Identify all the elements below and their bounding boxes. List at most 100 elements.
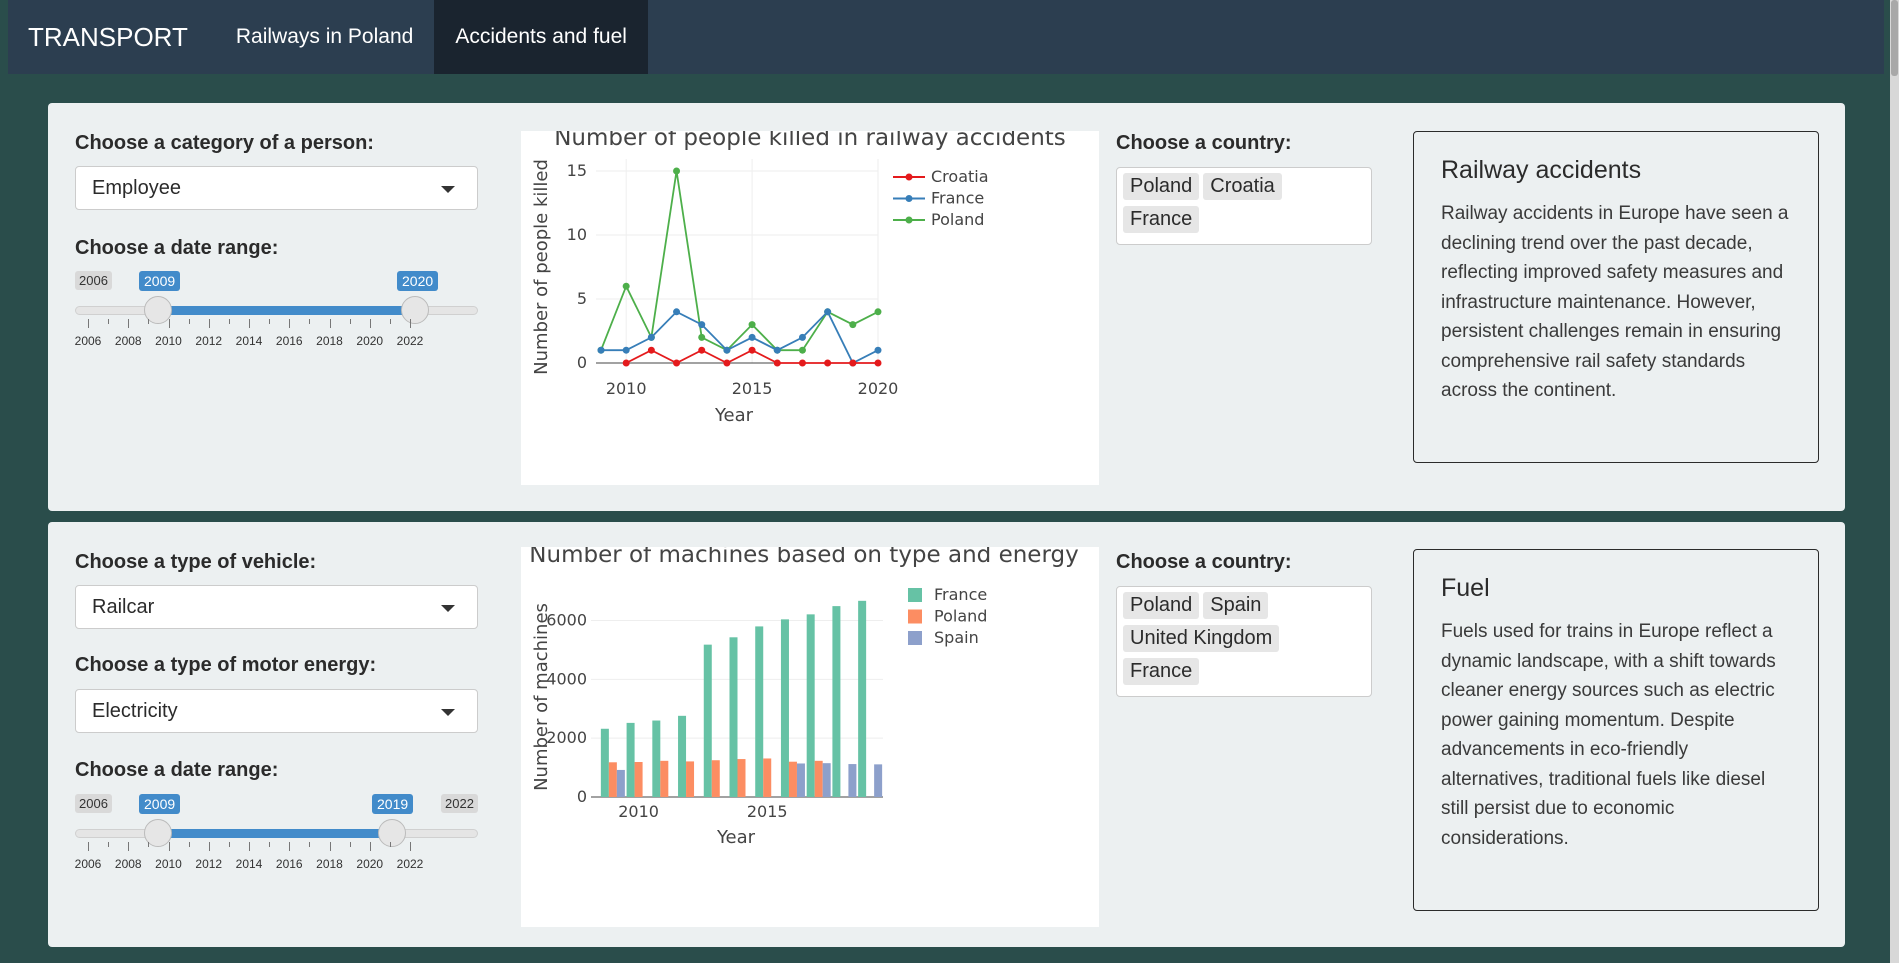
slider-selected-range: [158, 306, 415, 315]
date-range-slider[interactable]: 2006 2022 2009 2019 2006 2008 2010 2012 2014…: [75, 794, 478, 884]
chevron-down-icon: [441, 605, 455, 612]
accidents-panel: Choose a category of a person: Employee …: [48, 103, 1845, 511]
data-point-france: [647, 333, 655, 341]
slider-tick-label: 2014: [235, 334, 263, 348]
x-tick-label: 2020: [858, 379, 899, 398]
tab-accidents-and-fuel[interactable]: Accidents and fuel: [434, 0, 648, 74]
category-select[interactable]: Employee: [75, 166, 478, 210]
category-select-value: Employee: [92, 177, 181, 199]
slider-tick: [168, 842, 170, 851]
slider-from-label: 2009: [139, 271, 181, 291]
slider-tick-label: 2008: [114, 334, 142, 348]
slider-tick: [148, 319, 150, 324]
vehicle-select[interactable]: Railcar: [75, 585, 478, 629]
data-point-croatia: [748, 346, 756, 354]
data-point-croatia: [698, 346, 706, 354]
slider-tick-label: 2012: [195, 857, 223, 871]
slider-tick: [188, 319, 190, 324]
slider-tick: [228, 319, 230, 324]
chart-title: Number of machines based on type and ene…: [529, 547, 1078, 568]
slider-tick: [329, 319, 331, 328]
slider-to-label: 2020: [397, 271, 439, 291]
slider-tick: [249, 319, 250, 328]
info-text: Fuels used for trains in Europe reflect …: [1441, 621, 1776, 849]
bar-spain: [822, 763, 831, 797]
country-chip-france[interactable]: France: [1123, 658, 1200, 685]
bar-poland: [814, 760, 823, 797]
country-chip-spain[interactable]: Spain: [1203, 592, 1269, 619]
data-point-poland: [748, 321, 756, 329]
brand-title[interactable]: TRANSPORT: [8, 0, 215, 74]
x-tick-label: 2010: [606, 379, 647, 398]
slider-tick-label: 2016: [275, 334, 303, 348]
country-chip-france[interactable]: France: [1123, 206, 1200, 233]
legend-swatch-france: [908, 588, 922, 602]
y-tick-label: 0: [577, 787, 587, 806]
info-box-accidents: Railway accidents Railway accidents in E…: [1413, 131, 1819, 463]
chevron-down-icon: [441, 709, 455, 716]
bar-france: [678, 715, 687, 797]
data-point-poland: [622, 282, 630, 290]
info-title: Fuel: [1441, 574, 1490, 602]
page-scrollbar[interactable]: [1890, 0, 1899, 963]
slider-to-handle[interactable]: [378, 819, 406, 847]
slider-tick: [188, 842, 190, 847]
bar-france: [780, 619, 789, 797]
legend-label-poland: Poland: [931, 210, 984, 229]
data-point-france: [748, 333, 756, 341]
slider-tick: [289, 319, 291, 328]
tab-railways-in-poland[interactable]: Railways in Poland: [215, 0, 434, 74]
info-box-fuel: Fuel Fuels used for trains in Europe ref…: [1413, 549, 1819, 911]
country-label: Choose a country:: [1116, 132, 1292, 154]
info-text: Railway accidents in Europe have seen a …: [1441, 203, 1789, 401]
data-point-croatia: [673, 359, 681, 367]
data-point-croatia: [723, 359, 731, 367]
country-chip-united-kingdom[interactable]: United Kingdom: [1123, 625, 1280, 652]
country-multiselect[interactable]: Poland Croatia France: [1116, 167, 1372, 245]
energy-label: Choose a type of motor energy:: [75, 654, 377, 676]
slider-tick: [309, 319, 311, 324]
y-axis-title: Number of machines: [531, 603, 552, 791]
date-range-label: Choose a date range:: [75, 759, 279, 781]
data-point-croatia: [849, 359, 857, 367]
bar-poland: [788, 761, 797, 797]
slider-min-label: 2006: [75, 271, 112, 290]
slider-tick: [88, 842, 89, 851]
navbar: TRANSPORT Railways in Poland Accidents a…: [8, 0, 1884, 74]
bar-poland: [686, 761, 695, 797]
country-chip-poland[interactable]: Poland: [1123, 592, 1200, 619]
slider-tick: [369, 319, 371, 328]
data-point-poland: [698, 333, 706, 341]
data-point-croatia: [622, 359, 630, 367]
vehicle-select-value: Railcar: [92, 596, 155, 618]
bar-france: [806, 614, 815, 797]
country-chip-croatia[interactable]: Croatia: [1203, 173, 1282, 200]
country-chip-poland[interactable]: Poland: [1123, 173, 1200, 200]
slider-tick: [389, 319, 391, 324]
chart-title: Number of people killed in railway accid…: [554, 131, 1066, 151]
energy-select[interactable]: Electricity: [75, 689, 478, 733]
bar-poland: [711, 760, 720, 797]
x-axis-title: Year: [716, 827, 756, 848]
bar-france: [626, 722, 635, 797]
y-tick-label: 4000: [546, 669, 587, 688]
machines-bar-chart[interactable]: Number of machines based on type and ene…: [521, 542, 1099, 927]
data-point-france: [723, 346, 731, 354]
slider-from-label: 2009: [139, 794, 181, 814]
bar-poland: [608, 762, 617, 797]
date-range-label: Choose a date range:: [75, 237, 279, 259]
country-label: Choose a country:: [1116, 551, 1292, 573]
legend-marker-poland: [905, 216, 913, 224]
bar-france: [832, 606, 841, 797]
y-tick-label: 6000: [546, 611, 587, 630]
date-range-slider[interactable]: 2006 2009 2020 2006 2008 2010 2012 2014 2016 2…: [75, 271, 478, 361]
data-point-croatia: [773, 359, 781, 367]
accidents-line-chart[interactable]: Number of people killed in railway accid…: [521, 125, 1099, 485]
scrollbar-thumb[interactable]: [1891, 0, 1898, 76]
country-multiselect[interactable]: Poland Spain United Kingdom France: [1116, 586, 1372, 697]
slider-tick: [269, 842, 271, 847]
slider-tick: [410, 319, 411, 328]
slider-tick-label: 2012: [195, 334, 223, 348]
slider-to-handle[interactable]: [401, 296, 429, 324]
bar-poland: [634, 762, 643, 797]
